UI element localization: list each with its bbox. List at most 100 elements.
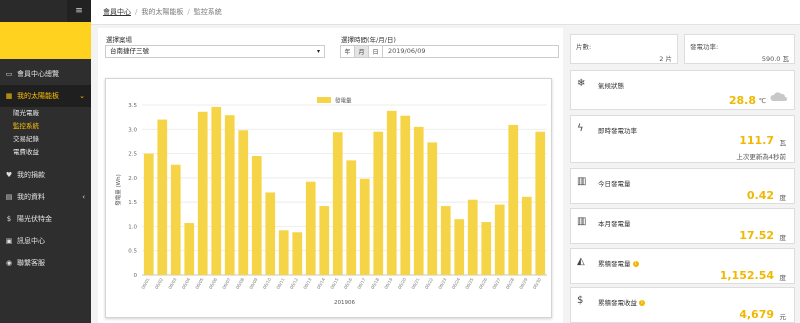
support-icon: ◉: [5, 259, 13, 267]
pieces-label: 片數:: [576, 43, 592, 51]
sidebar-subitem-income[interactable]: 電費收益: [0, 146, 91, 159]
chevron-left-icon: ‹: [82, 193, 85, 201]
power-card: ϟ 即時發電功率 111.7 瓦 上次更新為4秒前: [570, 115, 795, 163]
period-year-button[interactable]: 年: [341, 46, 355, 57]
power-bar-chart: 發電量00.51.01.52.02.53.03.5發電量 (Wh)06/01 06…: [114, 97, 547, 306]
month-unit: 度: [779, 234, 787, 242]
info-icon[interactable]: i: [639, 300, 645, 306]
brand-logo-area[interactable]: [0, 22, 91, 59]
chart-bar: [170, 164, 181, 275]
sidebar-subitem-transactions[interactable]: 交易紀錄: [0, 133, 91, 146]
chart-bar: [292, 232, 303, 275]
total-label: 累積發電量 i: [598, 258, 639, 268]
x-tick-label: 06/23: [437, 277, 448, 290]
sidebar-item-label: 我的資料: [17, 193, 45, 201]
income-label: 累積發電收益 i: [598, 297, 645, 307]
x-tick-label: 06/01: [140, 277, 151, 290]
income-value: 4,679: [739, 308, 774, 321]
sidebar-item-profile[interactable]: ▤ 我的資料 ‹: [0, 186, 91, 208]
sidebar-subitem-plant[interactable]: 陽光電廠: [0, 107, 91, 120]
y-tick-label: 1.0: [128, 224, 137, 230]
chevron-down-icon: ⌄: [79, 92, 85, 100]
chart-bar: [400, 115, 411, 275]
chevron-down-icon: ▾: [316, 48, 320, 55]
x-tick-label: 06/20: [397, 277, 408, 290]
capacity-label: 發電功率:: [690, 43, 719, 51]
x-tick-label: 06/30: [532, 277, 543, 290]
capacity-value: 590.0 瓦: [761, 55, 789, 63]
power-value: 111.7: [739, 134, 774, 147]
chart-bar: [265, 192, 276, 275]
sidebar-item-solar-panel[interactable]: ▦ 我的太陽能板 ⌄: [0, 85, 91, 107]
info-icon[interactable]: i: [632, 261, 639, 267]
breadcrumb-current: 監控系統: [193, 8, 222, 16]
x-tick-label: 06/09: [248, 277, 259, 290]
chart-bar: [238, 130, 249, 275]
x-tick-label: 06/26: [478, 277, 489, 290]
weather-value: 28.8: [728, 94, 756, 107]
chart-bar: [251, 156, 262, 275]
capacity-card: 發電功率: 590.0 瓦: [684, 34, 795, 64]
area-chart-icon: ◭: [577, 256, 585, 267]
sidebar: ≡ ▭ 會員中心總覽 ▦ 我的太陽能板 ⌄ 陽光電廠 監控系統 交易紀錄 電費收…: [0, 0, 91, 323]
sidebar-item-overview[interactable]: ▭ 會員中心總覽: [0, 63, 91, 85]
sidebar-top: ≡: [0, 0, 91, 22]
sidebar-item-label: 會員中心總覽: [17, 70, 59, 78]
x-tick-label: 06/16: [343, 277, 354, 290]
legend-swatch: [317, 97, 331, 103]
x-tick-label: 06/06: [208, 277, 219, 290]
sidebar-item-label: 我的捐款: [17, 171, 45, 179]
y-tick-label: 1.5: [128, 200, 137, 206]
date-input[interactable]: 2019/06/09: [383, 46, 425, 57]
chart-bar: [332, 132, 343, 275]
x-tick-label: 06/04: [181, 277, 192, 290]
total-value: 1,152.54: [719, 269, 774, 282]
today-unit: 度: [779, 194, 787, 202]
id-card-icon: ▤: [5, 193, 13, 201]
income-card: $ 累積發電收益 i 4,679 元: [570, 287, 795, 323]
site-select[interactable]: 台南捷仔三號 ▾: [105, 45, 325, 58]
sidebar-item-support[interactable]: ◉ 聯繫客服: [0, 252, 91, 274]
x-tick-label: 06/11: [275, 277, 286, 290]
period-day-button[interactable]: 日: [369, 46, 383, 57]
x-tick-label: 06/25: [464, 277, 475, 290]
stats-panel: 片數: 2 片 發電功率: 590.0 瓦 ❄ 氣候狀態 28.8 ℃ ϟ 即時…: [570, 34, 795, 323]
pieces-value: 2 片: [659, 55, 672, 63]
chart-bar: [494, 204, 505, 275]
date-picker: 年 月 日 2019/06/09: [340, 45, 559, 58]
bar-chart-icon: ▥: [577, 216, 587, 227]
site-select-value: 台南捷仔三號: [110, 47, 149, 55]
chart-bar: [157, 119, 168, 275]
x-tick-label: 06/12: [289, 277, 300, 290]
breadcrumb-solar-panel[interactable]: 我的太陽能板: [141, 7, 183, 17]
sidebar-item-messages[interactable]: ▣ 訊息中心: [0, 230, 91, 252]
x-axis-label: 201906: [334, 300, 355, 306]
period-month-button[interactable]: 月: [355, 46, 369, 57]
x-tick-label: 06/18: [370, 277, 381, 290]
chart-bar: [278, 230, 289, 275]
y-tick-label: 2.5: [128, 152, 137, 158]
x-tick-label: 06/05: [194, 277, 205, 290]
total-card: ◭ 累積發電量 i 1,152.54 度: [570, 248, 795, 284]
monitor-icon: ▭: [5, 70, 13, 78]
sidebar-item-label: 陽光伏特金: [17, 215, 52, 223]
income-unit: 元: [779, 313, 787, 321]
sidebar-item-donations[interactable]: ♥ 我的捐款: [0, 164, 91, 186]
chart-bar: [143, 153, 154, 275]
menu-toggle-icon[interactable]: ≡: [67, 0, 91, 22]
dollar-icon: $: [577, 295, 584, 306]
chart-bar: [535, 131, 546, 275]
chart-bar: [346, 160, 357, 275]
bolt-icon: ϟ: [577, 123, 584, 134]
sidebar-subitem-monitor[interactable]: 監控系統: [0, 120, 91, 133]
today-label: 今日發電量: [598, 180, 631, 188]
sidebar-item-label: 訊息中心: [17, 237, 45, 245]
x-tick-label: 06/07: [221, 277, 232, 290]
month-label: 本月發電量: [598, 220, 631, 228]
breadcrumb-separator: /: [187, 8, 190, 16]
chart-bar: [508, 124, 519, 275]
sidebar-item-volt-fund[interactable]: $ 陽光伏特金: [0, 208, 91, 230]
breadcrumb-member-center[interactable]: 會員中心: [103, 7, 131, 17]
y-tick-label: 0.5: [128, 249, 137, 255]
total-label-text: 累積發電量: [598, 260, 631, 268]
